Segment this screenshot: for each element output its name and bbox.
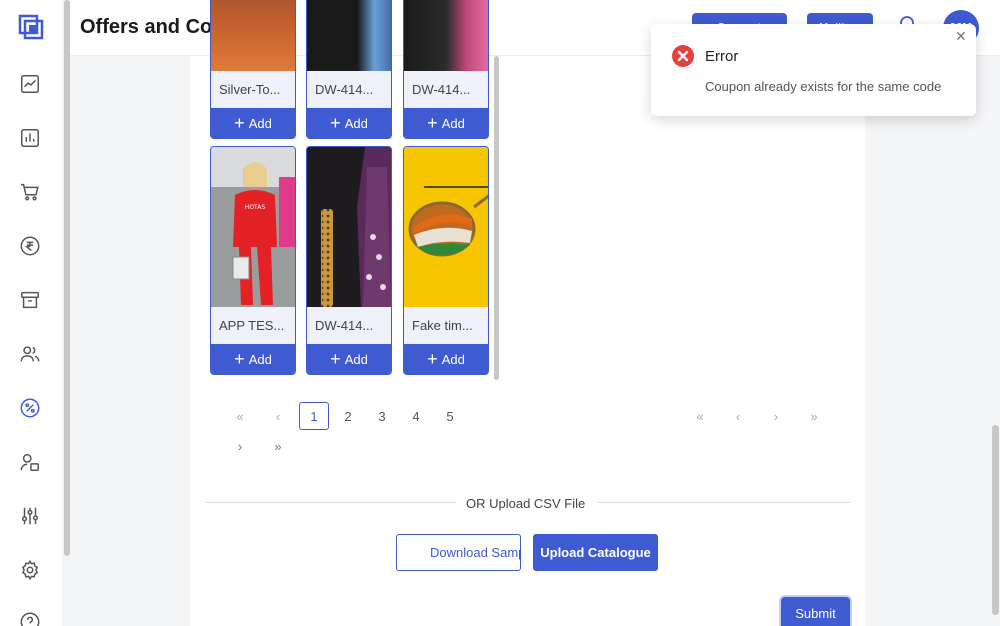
product-card[interactable]: DW-414... + Add <box>306 0 392 139</box>
trend-chart-icon[interactable] <box>18 72 42 96</box>
add-button[interactable]: + Add <box>404 108 488 138</box>
sidebar-scrollbar[interactable] <box>64 0 70 556</box>
pagination-first[interactable]: « <box>228 403 252 429</box>
product-card[interactable]: DW-414... + Add <box>306 146 392 375</box>
product-name: APP TES... <box>219 318 285 333</box>
error-toast: Error Coupon already exists for the same… <box>651 24 976 116</box>
rupee-icon[interactable] <box>18 234 42 258</box>
plus-icon: + <box>234 113 245 133</box>
product-name: Silver-To... <box>219 82 281 97</box>
close-icon[interactable]: ✕ <box>955 30 969 44</box>
upload-divider-text: OR Upload CSV File <box>466 496 586 511</box>
cart-icon[interactable] <box>18 180 42 204</box>
page-scrollbar[interactable] <box>992 425 999 615</box>
pagination-page-4[interactable]: 4 <box>404 403 428 429</box>
divider-right <box>598 502 850 503</box>
product-image <box>404 147 488 307</box>
plus-icon: + <box>330 349 341 369</box>
pagination-last-right[interactable]: » <box>802 403 826 429</box>
product-image <box>211 0 295 71</box>
users-icon[interactable] <box>18 342 42 366</box>
add-button-label: Add <box>441 351 465 367</box>
gear-icon[interactable] <box>18 558 42 582</box>
add-button-label: Add <box>344 115 368 131</box>
user-settings-icon[interactable] <box>18 450 42 474</box>
svg-text:HOTAS: HOTAS <box>245 204 266 211</box>
pagination-next[interactable]: › <box>228 433 252 459</box>
pagination-prev-right[interactable]: ‹ <box>726 403 750 429</box>
product-name: DW-414... <box>315 82 374 97</box>
pagination-page-1[interactable]: 1 <box>299 402 329 430</box>
pagination-next-right[interactable]: › <box>764 403 788 429</box>
pagination-last[interactable]: » <box>266 433 290 459</box>
plus-icon: + <box>427 113 438 133</box>
add-button-label: Add <box>344 351 368 367</box>
product-name: DW-414... <box>315 318 374 333</box>
pagination-first-right[interactable]: « <box>688 403 712 429</box>
product-card[interactable]: DW-414... + Add <box>403 0 489 139</box>
plus-icon: + <box>427 349 438 369</box>
plus-icon: + <box>330 113 341 133</box>
download-sample-button[interactable]: Download Sample <box>396 534 521 571</box>
divider-left <box>206 502 456 503</box>
archive-icon[interactable] <box>18 288 42 312</box>
product-image: HOTAS <box>211 147 295 307</box>
sliders-icon[interactable] <box>18 504 42 528</box>
upload-catalogue-button[interactable]: Upload Catalogue <box>533 534 658 571</box>
product-name: Fake tim... <box>412 318 473 333</box>
add-button[interactable]: + Add <box>404 344 488 374</box>
bar-chart-icon[interactable] <box>18 126 42 150</box>
add-button[interactable]: + Add <box>211 344 295 374</box>
add-button[interactable]: + Add <box>211 108 295 138</box>
sidebar <box>0 0 62 626</box>
product-image <box>307 0 391 71</box>
product-card[interactable]: Fake tim... + Add <box>403 146 489 375</box>
toast-title: Error <box>705 48 739 65</box>
product-image <box>404 0 488 71</box>
add-button-label: Add <box>248 351 272 367</box>
product-name: DW-414... <box>412 82 471 97</box>
error-icon <box>671 44 695 68</box>
pagination-page-5[interactable]: 5 <box>438 403 462 429</box>
right-gutter <box>865 56 1000 626</box>
product-image <box>307 147 391 307</box>
toast-message: Coupon already exists for the same code <box>705 79 942 94</box>
add-button-label: Add <box>441 115 465 131</box>
help-icon[interactable] <box>18 610 42 626</box>
submit-button[interactable]: Submit <box>781 597 850 626</box>
pagination-page-2[interactable]: 2 <box>336 403 360 429</box>
logo-icon[interactable] <box>18 14 46 42</box>
product-card[interactable]: HOTAS APP TES... + Add <box>210 146 296 375</box>
product-card[interactable]: Silver-To... + Add <box>210 0 296 139</box>
plus-icon: + <box>234 349 245 369</box>
add-button-label: Add <box>248 115 272 131</box>
percent-icon[interactable] <box>18 396 42 420</box>
grid-scrollbar[interactable] <box>494 56 499 380</box>
add-button[interactable]: + Add <box>307 108 391 138</box>
pagination-page-3[interactable]: 3 <box>370 403 394 429</box>
pagination-prev[interactable]: ‹ <box>266 403 290 429</box>
add-button[interactable]: + Add <box>307 344 391 374</box>
